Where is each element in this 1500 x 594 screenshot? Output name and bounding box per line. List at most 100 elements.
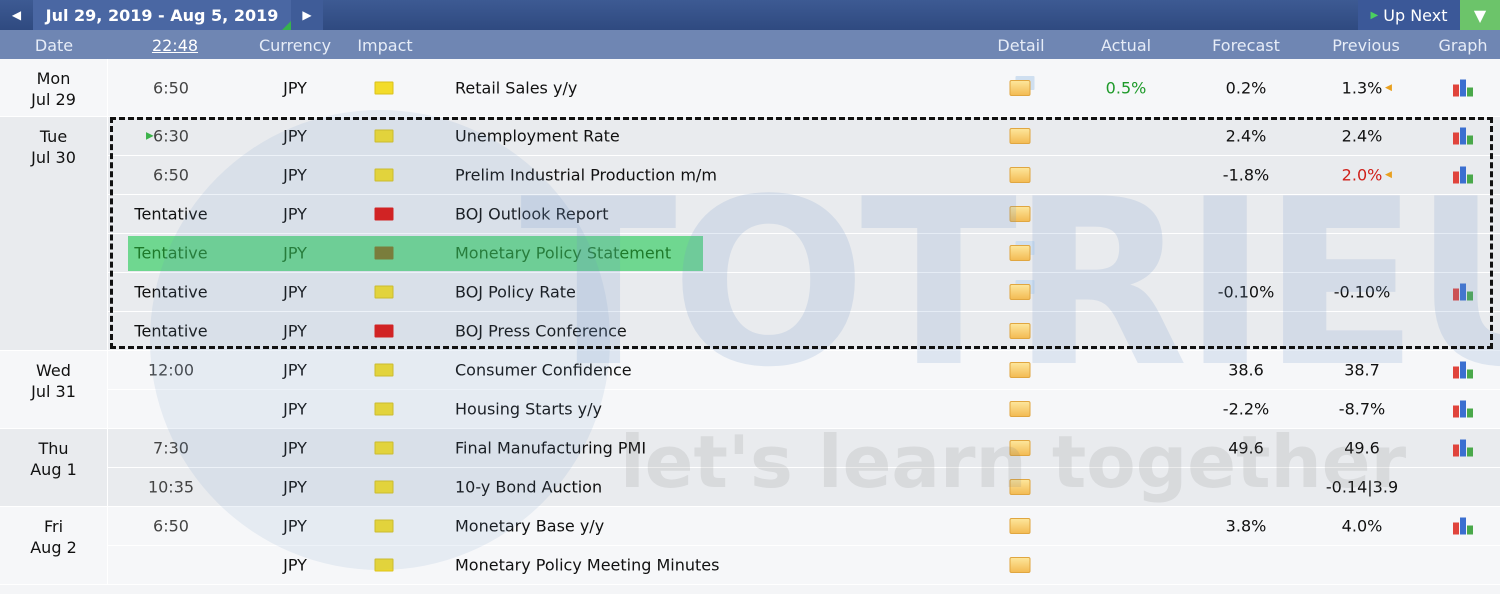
chevron-left-icon: ◀ [11, 8, 22, 22]
event-forecast: 2.4% [1225, 126, 1267, 146]
event-previous: 4.0% [1341, 516, 1383, 536]
event-currency: JPY [283, 78, 307, 97]
detail-folder-icon[interactable] [1009, 557, 1031, 573]
detail-document-icon[interactable] [1009, 245, 1031, 261]
event-row[interactable]: 6:50 JPY Retail Sales y/y 0.5% 0.2% 1.3% ◀ [108, 59, 1500, 117]
event-row[interactable]: Tentative JPY Monetary Policy Statement [108, 234, 1500, 273]
event-currency: JPY [283, 555, 307, 575]
event-row[interactable]: JPY Housing Starts y/y -2.2% -8.7% [108, 390, 1500, 429]
event-currency: JPY [283, 321, 307, 341]
event-forecast: -0.10% [1217, 282, 1275, 302]
event-name: Monetary Policy Meeting Minutes [455, 555, 720, 575]
day-weekday: Thu [38, 439, 69, 458]
col-actual: Actual [1100, 36, 1152, 55]
detail-document-icon[interactable] [1009, 284, 1031, 300]
event-name: Unemployment Rate [455, 126, 620, 146]
detail-folder-icon[interactable] [1009, 206, 1031, 222]
col-forecast: Forecast [1212, 36, 1280, 55]
event-row[interactable]: ▶ 6:30 JPY Unemployment Rate 2.4% 2.4% [108, 117, 1500, 156]
event-currency: JPY [283, 360, 307, 380]
low-impact-icon [374, 558, 394, 572]
detail-document-icon[interactable] [1009, 79, 1031, 96]
col-previous: Previous [1332, 36, 1400, 55]
event-row[interactable]: Tentative JPY BOJ Press Conference [108, 312, 1500, 351]
next-week-button[interactable]: ▶ [291, 0, 323, 30]
day-weekday: Wed [36, 361, 71, 380]
day-cell: Mon Jul 29 [0, 59, 108, 117]
revised-arrow-icon: ◀ [1385, 82, 1392, 93]
day-weekday: Tue [39, 127, 68, 146]
graph-icon[interactable] [1453, 400, 1473, 418]
graph-icon[interactable] [1453, 283, 1473, 301]
event-row[interactable]: Tentative JPY BOJ Outlook Report [108, 195, 1500, 234]
col-date: Date [34, 36, 74, 55]
date-range-label: Jul 29, 2019 - Aug 5, 2019 [45, 5, 279, 25]
event-time: Tentative [134, 321, 208, 341]
event-name: Monetary Base y/y [455, 516, 605, 536]
event-row[interactable]: 10:35 JPY 10-y Bond Auction -0.14|3.9 [108, 468, 1500, 507]
event-name: Retail Sales y/y [455, 78, 578, 97]
event-forecast: 0.2% [1225, 78, 1267, 97]
day-cell: Tue Jul 30 [0, 117, 108, 351]
filter-button[interactable]: ▼ [1460, 0, 1500, 30]
event-name: BOJ Outlook Report [455, 204, 609, 224]
up-next-label: Up Next [1383, 5, 1448, 25]
graph-icon[interactable] [1453, 361, 1473, 379]
event-time: Tentative [134, 282, 208, 302]
detail-folder-icon[interactable] [1009, 401, 1031, 417]
graph-icon[interactable] [1453, 127, 1473, 145]
low-impact-icon [374, 402, 394, 416]
day-cell: Wed Jul 31 [0, 351, 108, 429]
event-time: 6:50 [153, 78, 189, 97]
day-weekday: Fri [43, 517, 64, 536]
previous-week-button[interactable]: ◀ [0, 0, 33, 30]
detail-folder-icon[interactable] [1009, 518, 1031, 534]
detail-folder-icon[interactable] [1009, 167, 1031, 183]
event-previous: -8.7% [1338, 399, 1386, 419]
day-date: Jul 30 [31, 148, 76, 167]
event-row[interactable]: 7:30 JPY Final Manufacturing PMI 49.6 49.6 [108, 429, 1500, 468]
event-time: Tentative [134, 204, 208, 224]
event-forecast: -2.2% [1222, 399, 1270, 419]
col-currency: Currency [258, 36, 332, 55]
event-row[interactable]: 6:50 JPY Prelim Industrial Production m/m -… [108, 156, 1500, 195]
event-currency: JPY [283, 477, 307, 497]
graph-icon[interactable] [1453, 166, 1473, 184]
high-impact-icon [374, 207, 394, 221]
col-impact: Impact [357, 36, 413, 55]
event-row[interactable]: Tentative JPY BOJ Policy Rate -0.10% -0.10% [108, 273, 1500, 312]
graph-icon[interactable] [1453, 439, 1473, 457]
detail-folder-icon[interactable] [1009, 323, 1031, 339]
event-previous: 2.4% [1341, 126, 1383, 146]
event-name: Final Manufacturing PMI [455, 438, 647, 458]
col-time-current[interactable]: 22:48 [152, 36, 198, 55]
date-range-selector[interactable]: Jul 29, 2019 - Aug 5, 2019 [33, 0, 291, 30]
event-previous: -0.14|3.9 [1325, 477, 1399, 497]
event-currency: JPY [283, 165, 307, 185]
graph-icon[interactable] [1453, 79, 1473, 96]
high-impact-icon [374, 246, 394, 260]
up-next-button[interactable]: ▶ Up Next [1358, 0, 1460, 30]
event-time: Tentative [134, 243, 208, 263]
graph-icon[interactable] [1453, 517, 1473, 535]
event-row[interactable]: 6:50 JPY Monetary Base y/y 3.8% 4.0% [108, 507, 1500, 546]
low-impact-icon [374, 519, 394, 533]
event-time: 10:35 [147, 477, 195, 497]
event-name: Monetary Policy Statement [455, 243, 672, 263]
detail-folder-icon[interactable] [1009, 479, 1031, 495]
detail-folder-icon[interactable] [1009, 362, 1031, 378]
event-currency: JPY [283, 126, 307, 146]
day-cell: Fri Aug 2 [0, 507, 108, 585]
event-row[interactable]: JPY Monetary Policy Meeting Minutes [108, 546, 1500, 585]
event-currency: JPY [283, 438, 307, 458]
event-time: 6:50 [153, 516, 189, 536]
event-forecast: 3.8% [1225, 516, 1267, 536]
day-date: Jul 31 [31, 382, 76, 401]
event-actual: 0.5% [1105, 78, 1147, 97]
event-row[interactable]: 12:00 JPY Consumer Confidence 38.6 38.7 [108, 351, 1500, 390]
detail-folder-icon[interactable] [1009, 128, 1031, 144]
event-name: Housing Starts y/y [455, 399, 602, 419]
detail-folder-icon[interactable] [1009, 440, 1031, 456]
event-time: 7:30 [153, 438, 189, 458]
event-currency: JPY [283, 243, 307, 263]
